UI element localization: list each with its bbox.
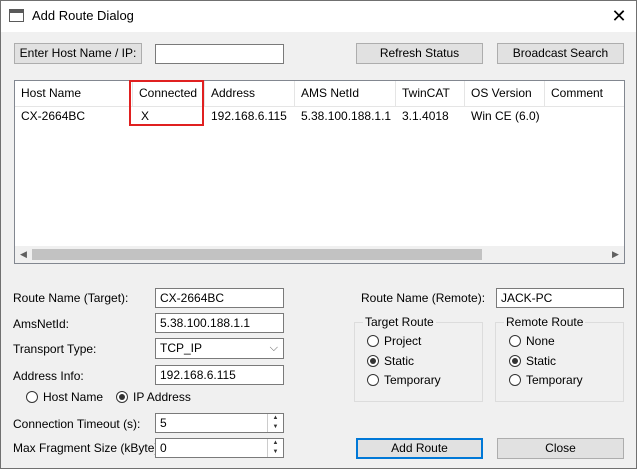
connected-highlight-box <box>129 80 204 126</box>
cell-host-name: CX-2664BC <box>21 109 86 123</box>
column-address[interactable]: Address <box>205 81 295 106</box>
column-os-version[interactable]: OS Version <box>465 81 545 106</box>
target-route-group: Target Route Project Static Temporary <box>354 315 483 402</box>
list-header: Host Name Connected Address AMS NetId Tw… <box>15 81 624 107</box>
target-route-static-radio[interactable]: Static <box>367 354 467 370</box>
radio-circle-checked <box>509 355 521 367</box>
column-ams-netid[interactable]: AMS NetId <box>295 81 396 106</box>
max-fragment-stepper[interactable]: 0 ▲ ▼ <box>155 438 284 458</box>
route-name-remote-label: Route Name (Remote): <box>361 291 486 305</box>
remote-route-temporary-radio[interactable]: Temporary <box>509 373 609 389</box>
address-info-label: Address Info: <box>13 369 84 383</box>
cell-comment <box>545 107 624 125</box>
cell-ams-netid: 5.38.100.188.1.1 <box>301 109 392 123</box>
max-fragment-label: Max Fragment Size (kByte): <box>13 441 162 455</box>
target-route-temporary-label: Temporary <box>384 373 441 387</box>
target-route-static-label: Static <box>384 354 415 368</box>
remote-route-static-radio[interactable]: Static <box>509 354 609 370</box>
transport-type-select[interactable]: TCP_IP ⌵ <box>155 338 284 359</box>
chevron-down-icon: ⌵ <box>269 342 278 354</box>
radio-circle-checked <box>116 391 128 403</box>
ip-address-radio[interactable]: IP Address <box>116 390 201 406</box>
remote-route-none-label: None <box>526 334 555 348</box>
cell-os-version: Win CE (6.0) <box>471 109 540 123</box>
column-comment[interactable]: Comment <box>545 81 624 106</box>
horizontal-scrollbar[interactable]: ◀ ▶ <box>15 246 624 263</box>
route-name-target-label: Route Name (Target): <box>13 291 129 305</box>
host-name-radio[interactable]: Host Name <box>26 390 111 406</box>
radio-circle <box>509 335 521 347</box>
close-button[interactable]: Close <box>497 438 624 459</box>
route-name-remote-input[interactable]: JACK-PC <box>496 288 624 308</box>
scroll-right-icon[interactable]: ▶ <box>607 246 624 263</box>
host-input[interactable] <box>155 44 284 64</box>
refresh-status-button[interactable]: Refresh Status <box>356 43 483 64</box>
broadcast-search-button[interactable]: Broadcast Search <box>497 43 624 64</box>
connection-timeout-stepper[interactable]: 5 ▲ ▼ <box>155 413 284 433</box>
radio-circle-checked <box>367 355 379 367</box>
connection-timeout-value: 5 <box>160 416 167 430</box>
remote-route-temporary-label: Temporary <box>526 373 583 387</box>
window-icon <box>9 9 24 22</box>
amsnetid-label: AmsNetId: <box>13 317 70 331</box>
spin-buttons[interactable]: ▲ ▼ <box>267 414 283 432</box>
target-route-project-label: Project <box>384 334 422 348</box>
host-name-radio-label: Host Name <box>43 390 104 404</box>
spin-buttons[interactable]: ▲ ▼ <box>267 439 283 457</box>
window-title: Add Route Dialog <box>32 8 134 23</box>
radio-circle <box>367 335 379 347</box>
address-info-input[interactable]: 192.168.6.115 <box>155 365 284 385</box>
spin-down-icon[interactable]: ▼ <box>268 423 283 432</box>
amsnetid-input[interactable]: 5.38.100.188.1.1 <box>155 313 284 333</box>
cell-twincat: 3.1.4018 <box>402 109 449 123</box>
spin-up-icon[interactable]: ▲ <box>268 414 283 423</box>
add-route-button[interactable]: Add Route <box>356 438 483 459</box>
radio-circle <box>367 374 379 386</box>
scroll-left-icon[interactable]: ◀ <box>15 246 32 263</box>
scroll-thumb[interactable] <box>32 249 482 260</box>
column-twincat[interactable]: TwinCAT <box>396 81 465 106</box>
radio-circle <box>509 374 521 386</box>
route-name-target-input[interactable]: CX-2664BC <box>155 288 284 308</box>
max-fragment-value: 0 <box>160 441 167 455</box>
remote-route-static-label: Static <box>526 354 557 368</box>
transport-type-value: TCP_IP <box>160 341 203 355</box>
transport-type-label: Transport Type: <box>13 342 97 356</box>
remote-route-title: Remote Route <box>504 315 586 329</box>
spin-down-icon[interactable]: ▼ <box>268 448 283 457</box>
target-route-title: Target Route <box>363 315 436 329</box>
target-route-project-radio[interactable]: Project <box>367 334 467 350</box>
column-host-name[interactable]: Host Name <box>15 81 133 106</box>
target-route-temporary-radio[interactable]: Temporary <box>367 373 467 389</box>
add-route-dialog: Add Route Dialog ✕ Enter Host Name / IP:… <box>0 0 637 469</box>
route-list[interactable]: Host Name Connected Address AMS NetId Tw… <box>14 80 625 264</box>
remote-route-group: Remote Route None Static Temporary <box>495 315 624 402</box>
spin-up-icon[interactable]: ▲ <box>268 439 283 448</box>
ip-address-radio-label: IP Address <box>133 390 191 404</box>
enter-host-button[interactable]: Enter Host Name / IP: <box>14 43 142 64</box>
close-window-icon[interactable]: ✕ <box>605 3 633 29</box>
title-bar: Add Route Dialog ✕ <box>1 1 636 32</box>
radio-circle <box>26 391 38 403</box>
cell-address: 192.168.6.115 <box>211 109 287 123</box>
connection-timeout-label: Connection Timeout (s): <box>13 417 141 431</box>
table-row[interactable]: CX-2664BC X 192.168.6.115 5.38.100.188.1… <box>15 107 624 125</box>
remote-route-none-radio[interactable]: None <box>509 334 609 350</box>
